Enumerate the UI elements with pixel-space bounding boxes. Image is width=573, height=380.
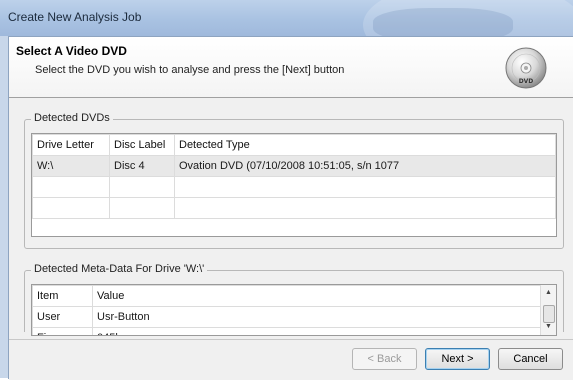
back-button[interactable]: < Back bbox=[352, 348, 417, 370]
cell-item: User bbox=[32, 306, 93, 328]
detected-dvds-grid[interactable]: Drive Letter Disc Label Detected Type W:… bbox=[31, 133, 557, 237]
metadata-table: Item Value User Usr-Button Firmware 045h bbox=[32, 285, 542, 335]
cell-disc-label: Disc 4 bbox=[109, 155, 175, 177]
table-row-empty bbox=[32, 197, 556, 219]
column-header-disc-label[interactable]: Disc Label bbox=[109, 134, 175, 156]
column-header-drive-letter[interactable]: Drive Letter bbox=[32, 134, 110, 156]
table-header-row: Item Value bbox=[32, 285, 542, 307]
column-header-item[interactable]: Item bbox=[32, 285, 93, 307]
metadata-scrollbar[interactable]: ▲ ▼ bbox=[540, 285, 556, 335]
table-row[interactable]: Firmware 045h bbox=[32, 327, 542, 335]
detected-metadata-group: Detected Meta-Data For Drive 'W:\' Item … bbox=[24, 263, 564, 336]
table-header-row: Drive Letter Disc Label Detected Type bbox=[32, 134, 556, 156]
window-title: Create New Analysis Job bbox=[8, 10, 142, 24]
cell-drive-letter: W:\ bbox=[32, 155, 110, 177]
wizard-header: Select A Video DVD Select the DVD you wi… bbox=[9, 37, 573, 98]
page-subtitle: Select the DVD you wish to analyse and p… bbox=[35, 64, 345, 76]
next-button[interactable]: Next > bbox=[425, 348, 490, 370]
table-row[interactable]: User Usr-Button bbox=[32, 306, 542, 328]
dialog-window: Create New Analysis Job Select A Video D… bbox=[0, 0, 573, 380]
detected-dvds-group: Detected DVDs Drive Letter Disc Label De… bbox=[24, 112, 564, 249]
column-header-detected-type[interactable]: Detected Type bbox=[174, 134, 556, 156]
detected-metadata-legend: Detected Meta-Data For Drive 'W:\' bbox=[31, 263, 208, 275]
table-row[interactable]: W:\ Disc 4 Ovation DVD (07/10/2008 10:51… bbox=[32, 155, 556, 177]
cell-value: Usr-Button bbox=[92, 306, 542, 328]
dvd-disc-icon: DVD bbox=[505, 47, 547, 89]
dialog-client-area: Select A Video DVD Select the DVD you wi… bbox=[8, 36, 573, 380]
title-bar-decoration-2 bbox=[373, 8, 513, 36]
detected-dvds-table: Drive Letter Disc Label Detected Type W:… bbox=[32, 134, 556, 219]
scroll-down-icon[interactable]: ▼ bbox=[541, 319, 556, 335]
page-title: Select A Video DVD bbox=[16, 44, 127, 58]
cell-value: 045h bbox=[92, 327, 542, 335]
detected-dvds-legend: Detected DVDs bbox=[31, 112, 113, 124]
wizard-footer: < Back Next > Cancel bbox=[9, 339, 573, 380]
title-bar[interactable]: Create New Analysis Job bbox=[0, 0, 573, 36]
svg-text:DVD: DVD bbox=[519, 78, 534, 85]
cell-detected-type: Ovation DVD (07/10/2008 10:51:05, s/n 10… bbox=[174, 155, 556, 177]
table-row-empty bbox=[32, 176, 556, 198]
cancel-button[interactable]: Cancel bbox=[498, 348, 563, 370]
metadata-grid[interactable]: Item Value User Usr-Button Firmware 045h… bbox=[31, 284, 557, 336]
scroll-up-icon[interactable]: ▲ bbox=[541, 285, 556, 301]
column-header-value[interactable]: Value bbox=[92, 285, 542, 307]
cell-item: Firmware bbox=[32, 327, 93, 335]
